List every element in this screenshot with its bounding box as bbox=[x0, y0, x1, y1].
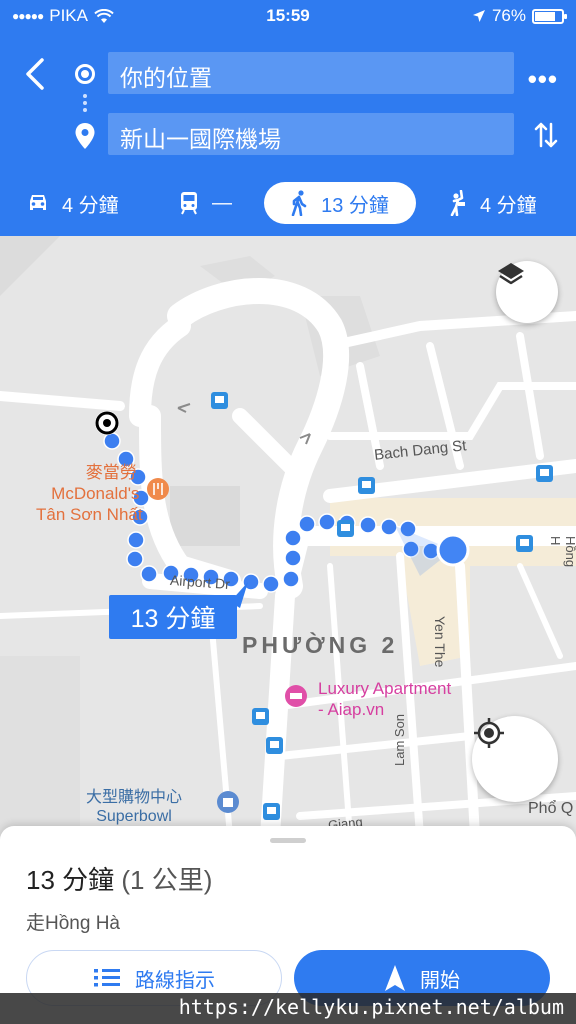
transit-icon bbox=[181, 192, 197, 215]
chevron-left-icon[interactable] bbox=[22, 56, 52, 92]
destination-field[interactable]: 新山一國際機場 bbox=[108, 113, 514, 155]
crosshair-icon bbox=[474, 718, 504, 748]
directions-header: ●●●●● PIKA 15:59 76% ••• 你的位置 新山一國際機場 4 … bbox=[0, 0, 576, 236]
route-connector-icon bbox=[83, 94, 87, 112]
route-via: 走Hồng Hà bbox=[26, 913, 120, 934]
location-arrow-icon bbox=[472, 10, 485, 22]
tab-driving[interactable]: 4 分鐘 bbox=[26, 182, 119, 224]
travel-mode-tabs: 4 分鐘 — 13 分鐘 4 分鐘 bbox=[0, 180, 576, 226]
poi-name: 大型購物中心 bbox=[86, 789, 183, 806]
battery-percent: 76% bbox=[491, 6, 526, 25]
origin-field[interactable]: 你的位置 bbox=[108, 52, 514, 94]
battery-icon bbox=[532, 8, 567, 24]
layers-button[interactable] bbox=[496, 261, 558, 323]
tab-transit[interactable]: — bbox=[178, 182, 232, 224]
street-label: Hồng H bbox=[548, 536, 576, 568]
route-distance: (1 公里) bbox=[121, 865, 213, 895]
poi-subtitle: - Aiap.vn bbox=[318, 700, 385, 719]
my-location-button[interactable] bbox=[472, 716, 558, 802]
street-label: Yen The bbox=[432, 616, 448, 668]
layers-icon bbox=[498, 263, 524, 285]
start-label: 開始 bbox=[420, 969, 460, 992]
drag-handle[interactable] bbox=[270, 838, 306, 843]
poi-subtitle: Superbowl bbox=[96, 808, 172, 825]
street-label: Lam Son bbox=[392, 713, 407, 766]
poi-subtitle: McDonald's bbox=[51, 484, 140, 503]
list-icon bbox=[94, 969, 120, 987]
current-location-dot bbox=[436, 533, 470, 567]
tab-ride-hailing[interactable]: 4 分鐘 bbox=[448, 182, 537, 224]
steps-label: 路線指示 bbox=[135, 969, 215, 992]
poi-luxury-apartment[interactable]: Luxury Apartment - Aiap.vn bbox=[318, 678, 451, 720]
poi-pho[interactable]: Phổ Q bbox=[528, 800, 573, 818]
poi-name: 麥當勞 bbox=[85, 463, 137, 482]
district-label: PHƯỜNG 2 bbox=[242, 632, 399, 658]
tab-walking[interactable]: 13 分鐘 bbox=[264, 182, 416, 224]
route-summary: 13 分鐘 (1 公里) bbox=[26, 860, 212, 897]
origin-dot-icon bbox=[75, 64, 95, 84]
tab-driving-label: 4 分鐘 bbox=[62, 194, 119, 217]
watermark: https://kellyku.pixnet.net/album bbox=[0, 993, 576, 1024]
route-duration: 13 分鐘 bbox=[26, 865, 115, 895]
poi-mcdonalds[interactable]: 麥當勞 McDonald's Tân Sơn Nhất bbox=[36, 462, 143, 525]
navigation-arrow-icon bbox=[385, 965, 405, 991]
poi-subtitle: Tân Sơn Nhất bbox=[36, 505, 143, 524]
poi-superbowl[interactable]: 大型購物中心 Superbowl bbox=[86, 788, 182, 826]
tab-walking-label: 13 分鐘 bbox=[321, 194, 389, 217]
destination-pin-icon bbox=[75, 123, 95, 149]
map-view[interactable]: Bach Dang St Airport Dr Yen The Lam Son … bbox=[0, 236, 576, 836]
swap-vertical-icon[interactable] bbox=[534, 120, 558, 150]
destination-marker-icon bbox=[95, 411, 119, 435]
car-icon bbox=[30, 195, 46, 210]
more-horizontal-icon[interactable]: ••• bbox=[528, 64, 558, 95]
walk-icon bbox=[291, 190, 307, 216]
tab-transit-label: — bbox=[212, 191, 232, 214]
tab-ride-hailing-label: 4 分鐘 bbox=[480, 194, 537, 217]
route-duration-callout[interactable]: 13 分鐘 bbox=[109, 595, 237, 639]
status-bar: ●●●●● PIKA 15:59 76% bbox=[0, 0, 576, 32]
poi-name: Luxury Apartment bbox=[318, 679, 452, 698]
ride-hailing-icon bbox=[450, 190, 465, 216]
